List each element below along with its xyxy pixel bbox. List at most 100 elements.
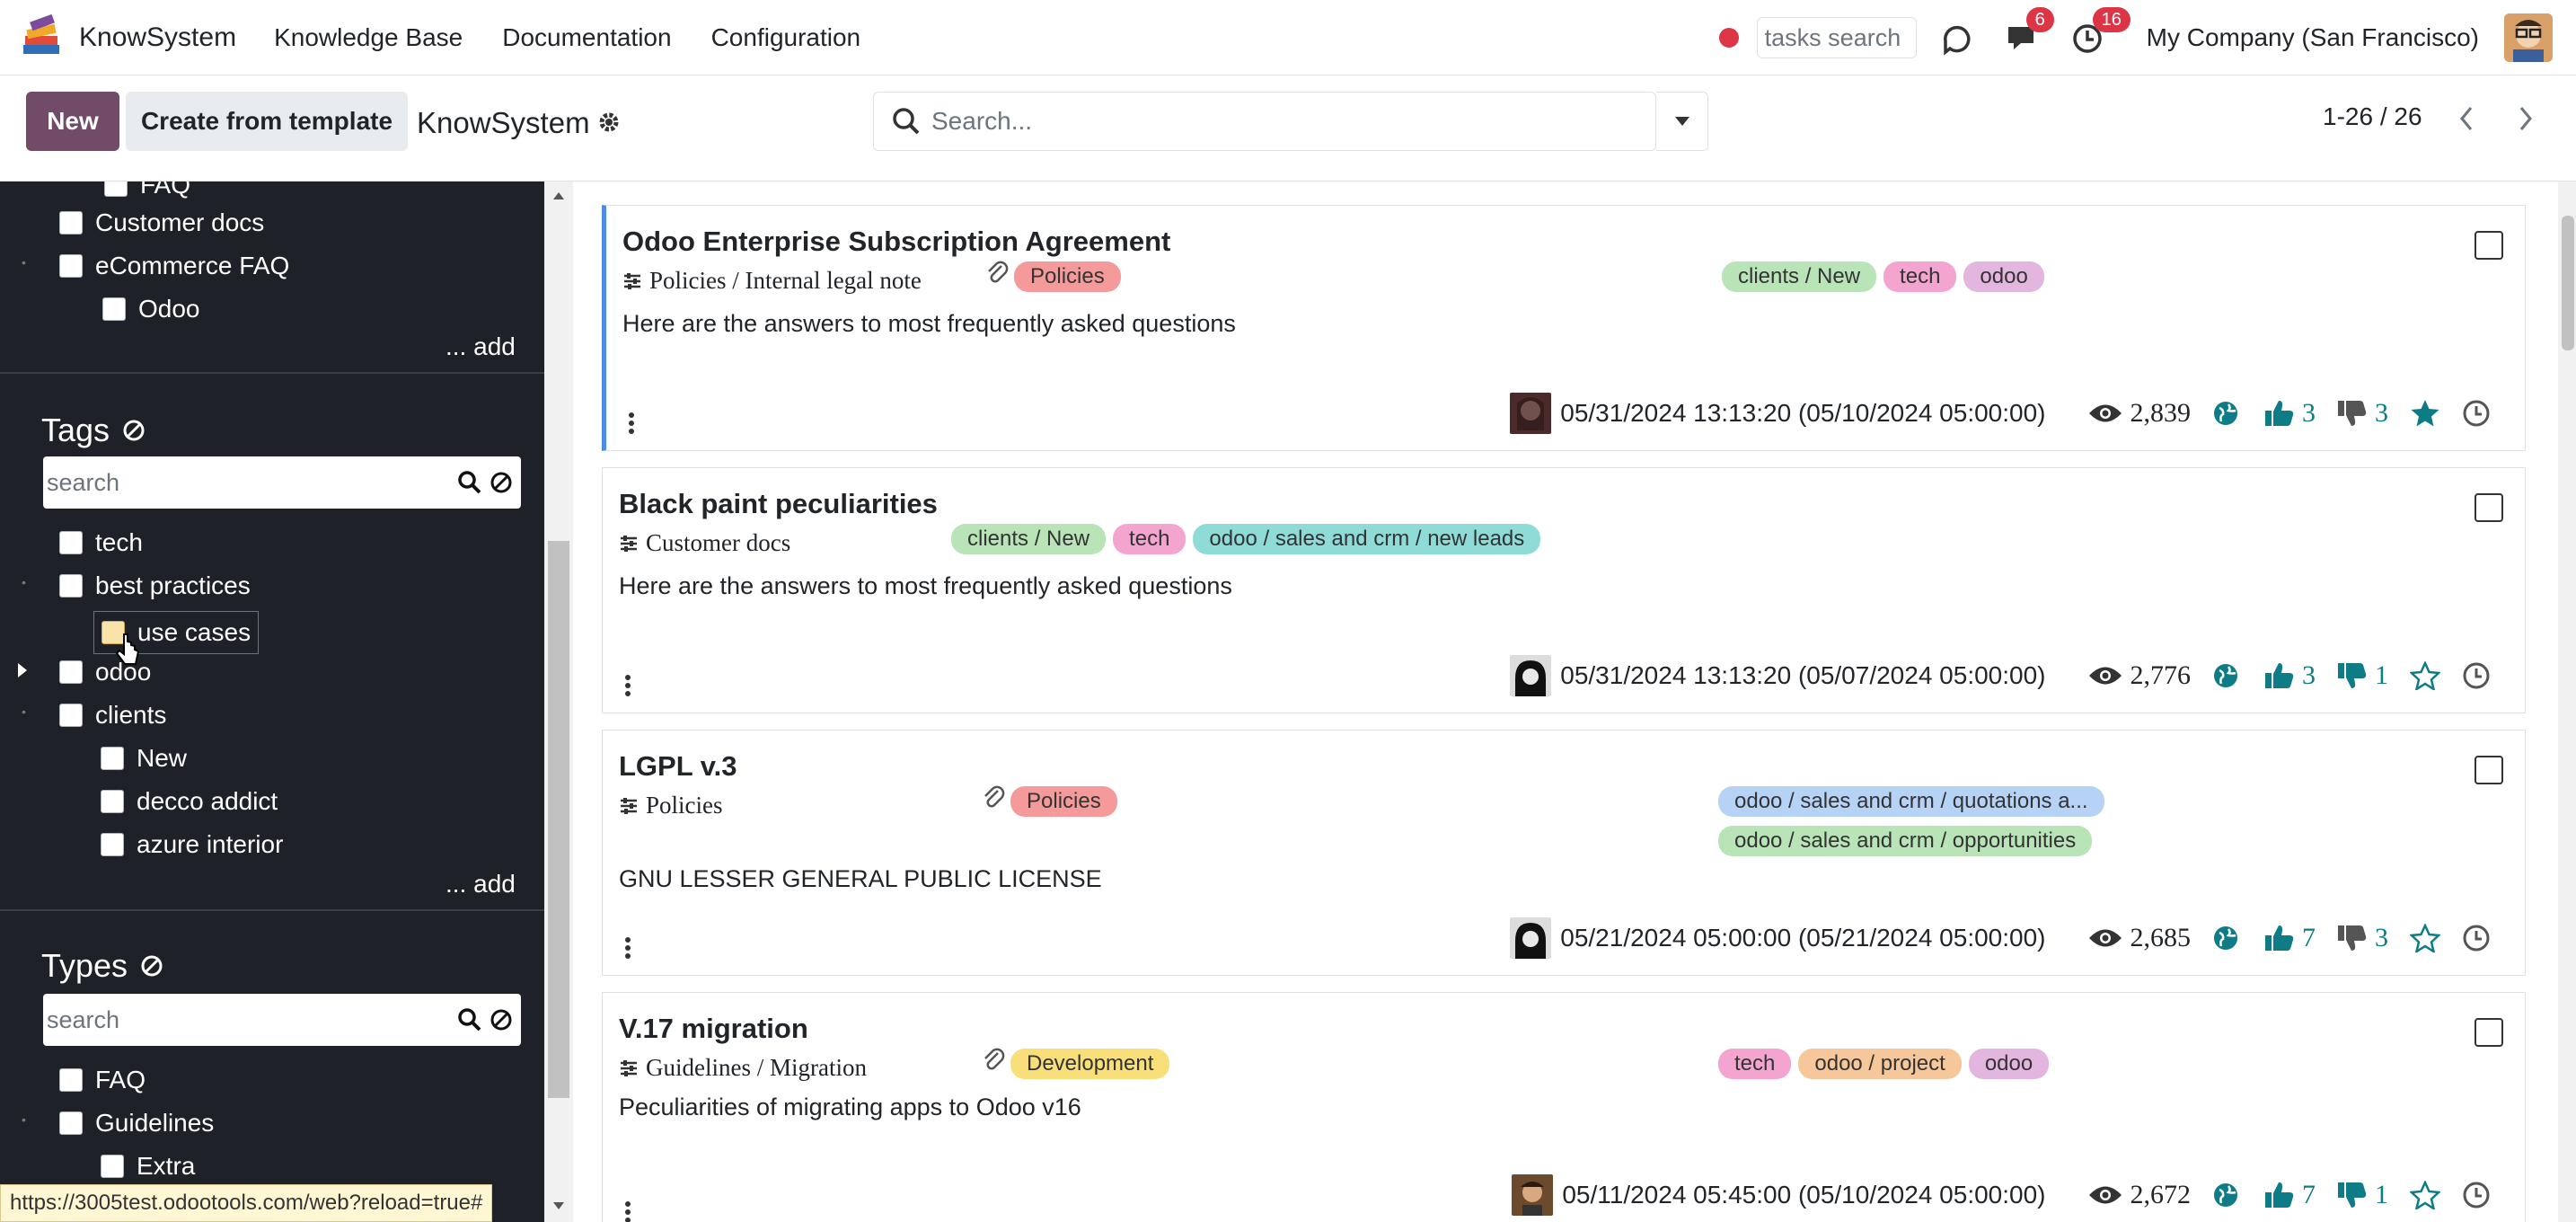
tree-expand-marker[interactable]: • [22,704,26,719]
menu-configuration[interactable]: Configuration [711,23,861,52]
article-title[interactable]: V.17 migration [619,1013,808,1045]
checkbox[interactable] [59,211,83,235]
search-icon[interactable] [456,469,483,496]
company-switcher[interactable]: My Company (San Francisco) [2147,23,2479,52]
pager-value[interactable]: 1-26 / 26 [2323,102,2422,131]
sidebar-item-ecommerce-faq[interactable]: eCommerce FAQ [59,252,289,280]
checkbox[interactable] [59,660,83,684]
checkbox[interactable] [59,254,83,278]
tree-expand-marker[interactable]: • [22,575,26,589]
sidebar-item-faq[interactable]: FAQ [104,182,190,199]
menu-documentation[interactable]: Documentation [502,23,671,52]
tags-search-field[interactable]: search [43,456,521,509]
gear-icon[interactable] [596,110,622,135]
menu-knowledge-base[interactable]: Knowledge Base [274,23,463,52]
tag-badge[interactable]: odoo [1968,1049,2050,1079]
search-icon[interactable] [456,1006,483,1033]
globe-icon[interactable] [2212,925,2239,952]
author-avatar[interactable] [1510,917,1552,959]
list-scroll-thumb[interactable] [2562,216,2574,350]
article-select-checkbox[interactable] [2475,756,2503,784]
type-item-extra[interactable]: Extra [101,1152,195,1181]
create-from-template-button[interactable]: Create from template [126,92,408,151]
checkbox[interactable] [59,704,83,727]
tag-badge[interactable]: tech [1113,524,1187,554]
pager-previous-button[interactable] [2445,97,2488,140]
type-item-faq[interactable]: FAQ [59,1066,146,1094]
search-input[interactable]: Search... [931,107,1032,136]
app-brand[interactable]: KnowSystem [20,13,236,61]
clear-search-icon[interactable] [489,470,514,495]
types-search-input[interactable]: search [47,1006,456,1034]
tag-badge[interactable]: tech [1718,1049,1792,1079]
search-options-toggle[interactable] [1656,92,1708,151]
sidebar-item-customer-docs[interactable]: Customer docs [59,208,264,237]
clear-filter-icon[interactable] [140,954,163,978]
thumbs-down-icon[interactable] [2337,1181,2368,1209]
history-clock-icon[interactable] [2462,924,2491,952]
star-filled-icon[interactable] [2410,399,2440,428]
thumbs-up-icon[interactable] [2264,924,2295,952]
tag-badge[interactable]: tech [1883,261,1957,292]
tag-badge[interactable]: clients / New [951,524,1107,554]
clear-filter-icon[interactable] [122,419,146,442]
tag-item-best-practices[interactable]: best practices [59,571,251,600]
type-tag[interactable]: Development [1010,1049,1170,1079]
history-clock-icon[interactable] [2462,1181,2491,1209]
tree-expand-marker[interactable]: • [22,1112,26,1127]
search-bar[interactable]: Search... [873,92,1656,151]
sections-add-link[interactable]: ... add [446,332,516,361]
tag-badge[interactable]: odoo [1963,261,2044,292]
tag-item-azure-interior[interactable]: azure interior [101,830,283,859]
thumbs-up-icon[interactable] [2264,399,2295,428]
checkbox[interactable] [59,574,83,598]
chat-icon[interactable]: 6 [2005,7,2054,56]
tag-badge[interactable]: odoo / sales and crm / opportunities [1718,826,2093,856]
user-avatar[interactable] [2504,13,2553,62]
thumbs-down-icon[interactable] [2337,661,2368,690]
star-outline-icon[interactable] [2410,924,2440,952]
star-outline-icon[interactable] [2410,1181,2440,1209]
checkbox[interactable] [101,833,124,856]
article-select-checkbox[interactable] [2475,1018,2503,1047]
checkbox[interactable] [59,1068,83,1092]
recording-dot-icon[interactable] [1718,28,1739,48]
checkbox[interactable] [59,1111,83,1135]
article-card[interactable]: LGPL v.3 Policies Policies odoo / sales … [602,730,2526,976]
sidebar-item-odoo[interactable]: Odoo [102,295,200,323]
tag-item-new[interactable]: New [101,744,187,773]
sidebar-scrollbar[interactable] [544,182,573,1222]
tag-badge[interactable]: clients / New [1722,261,1877,292]
globe-icon[interactable] [2212,400,2239,427]
tasks-search-input[interactable]: tasks search [1756,17,1917,58]
scroll-down-icon[interactable] [551,1200,566,1211]
article-card[interactable]: Black paint peculiarities Customer docs … [602,467,2526,713]
types-search-field[interactable]: search [43,994,521,1046]
kebab-menu-icon[interactable] [628,411,635,436]
article-card[interactable]: Odoo Enterprise Subscription Agreement P… [602,205,2526,451]
checkbox[interactable] [101,1155,124,1178]
author-avatar[interactable] [1510,393,1552,434]
tag-item-clients[interactable]: clients [59,701,166,730]
activity-clock-icon[interactable]: 16 [2071,7,2130,56]
sidebar-scroll-thumb[interactable] [548,541,569,1098]
tag-badge[interactable]: odoo / project [1798,1049,1962,1079]
kebab-menu-icon[interactable] [624,1200,631,1222]
pager-next-button[interactable] [2504,97,2547,140]
type-tag[interactable]: Policies [1014,261,1121,292]
checkbox[interactable] [102,297,126,321]
globe-icon[interactable] [2212,1182,2239,1209]
clear-search-icon[interactable] [489,1007,514,1032]
article-select-checkbox[interactable] [2475,493,2503,522]
checkbox[interactable] [59,531,83,554]
article-select-checkbox[interactable] [2475,231,2503,260]
thumbs-down-icon[interactable] [2337,399,2368,428]
tag-item-odoo[interactable]: odoo [59,658,151,686]
tags-search-input[interactable]: search [47,469,456,497]
tag-badge[interactable]: odoo / sales and crm / quotations a... [1718,786,2104,817]
tag-badge[interactable]: odoo / sales and crm / new leads [1193,524,1541,554]
article-title[interactable]: Odoo Enterprise Subscription Agreement [622,226,1170,258]
star-outline-icon[interactable] [2410,661,2440,690]
type-tag[interactable]: Policies [1010,786,1117,817]
thumbs-down-icon[interactable] [2337,924,2368,952]
